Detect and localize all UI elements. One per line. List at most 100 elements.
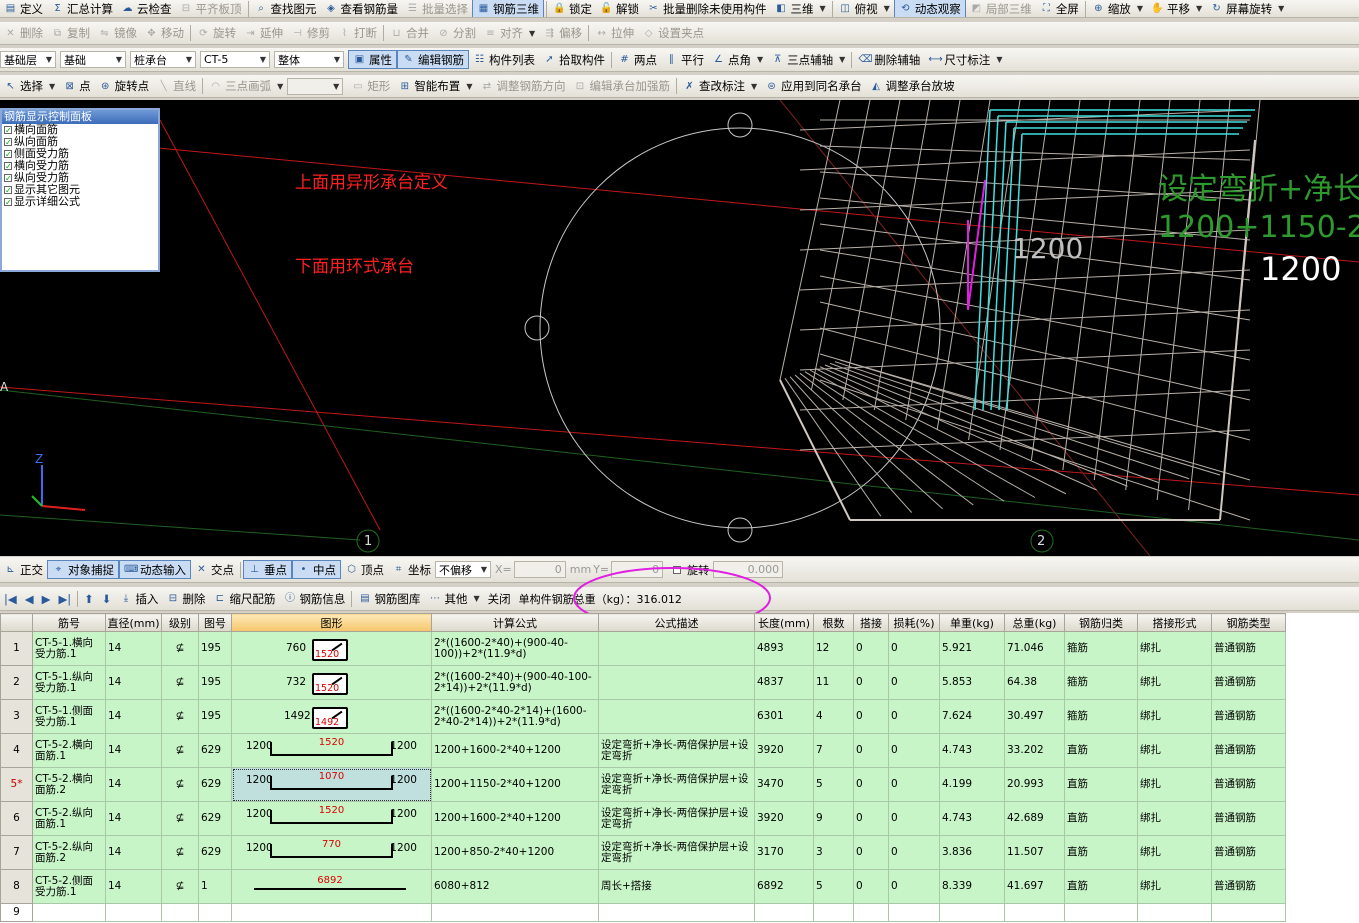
coord-button[interactable]: ⌗ 坐标	[388, 560, 435, 580]
lapform-cell[interactable]: 绑扎	[1137, 835, 1212, 870]
table-row[interactable]: 7 CT-5-2.纵向面筋.2 14 ⊈ 629 1200 770 1200 1200+850-…	[0, 835, 1286, 870]
fig-cell[interactable]: 195	[198, 699, 232, 734]
rebar-shape-cell[interactable]: 1492 1492	[231, 699, 432, 734]
unlock-button[interactable]: 🔓 解锁	[596, 0, 643, 17]
table-row-empty[interactable]: 9	[0, 903, 1286, 922]
rtype-cell[interactable]: 普通钢筋	[1211, 835, 1286, 870]
empty-cell[interactable]	[754, 903, 814, 922]
lap-cell[interactable]: 0	[853, 699, 889, 734]
count-cell[interactable]: 7	[813, 733, 854, 768]
desc-cell[interactable]: 设定弯折+净长-两倍保护层+设定弯折	[598, 835, 755, 870]
edit-stiffener-button[interactable]: ⊡ 编辑承台加强筋	[569, 76, 674, 96]
lap-cell[interactable]: 0	[853, 767, 889, 802]
name-cell[interactable]: CT-5-2.纵向面筋.2	[32, 835, 106, 870]
adjust-slope-button[interactable]: ◭ 调整承台放坡	[866, 76, 959, 96]
len-cell[interactable]: 3470	[754, 767, 814, 802]
other-button[interactable]: ⋯ 其他 ▼	[424, 589, 483, 609]
cls-cell[interactable]: 直筋	[1064, 767, 1138, 802]
column-header[interactable]: 计算公式	[431, 613, 599, 632]
checkbox[interactable]: ✓	[4, 126, 12, 135]
merge-button[interactable]: ⊔ 合并	[386, 23, 433, 43]
zoom-button[interactable]: ⊕ 缩放 ▼	[1088, 0, 1147, 17]
empty-cell[interactable]	[161, 903, 199, 922]
column-header[interactable]: 损耗(%)	[888, 613, 940, 632]
empty-cell[interactable]	[198, 903, 232, 922]
grade-cell[interactable]: ⊈	[161, 733, 199, 768]
grade-cell[interactable]: ⊈	[161, 767, 199, 802]
column-header[interactable]: 图号	[198, 613, 232, 632]
dimension-button[interactable]: ⟷ 尺寸标注 ▼	[924, 50, 1006, 70]
define-button[interactable]: ▤ 定义	[0, 0, 47, 17]
empty-cell[interactable]	[1064, 903, 1138, 922]
checkbox[interactable]: ✓	[4, 174, 12, 183]
uw-cell[interactable]: 4.743	[939, 733, 1005, 768]
point-angle-button[interactable]: ∠ 点角 ▼	[708, 50, 767, 70]
formula-cell[interactable]: 2*((1600-2*40)+(900-40-100-2*14))+2*(11.…	[431, 665, 599, 700]
rebar-3d-button[interactable]: ▦ 钢筋三维	[472, 0, 544, 17]
column-header[interactable]: 根数	[813, 613, 854, 632]
fig-cell[interactable]: 1	[198, 869, 232, 904]
-button[interactable]: 关闭	[484, 589, 515, 609]
column-header[interactable]: 搭接	[853, 613, 889, 632]
dia-cell[interactable]: 14	[105, 631, 162, 666]
sigma-button[interactable]: Σ 汇总计算	[47, 0, 117, 17]
point-button[interactable]: ⊠ 点	[59, 76, 95, 96]
row-number[interactable]: 8	[0, 869, 33, 904]
empty-cell[interactable]	[939, 903, 1005, 922]
select-button[interactable]: ↖ 选择 ▼	[0, 76, 59, 96]
insert-button[interactable]: ⤓ 插入	[115, 589, 162, 609]
tw-cell[interactable]: 30.497	[1004, 699, 1065, 734]
dia-cell[interactable]: 14	[105, 835, 162, 870]
count-cell[interactable]: 11	[813, 665, 854, 700]
empty-cell[interactable]	[888, 903, 940, 922]
lapform-cell[interactable]: 绑扎	[1137, 699, 1212, 734]
vertex-button[interactable]: ⬡ 顶点	[341, 560, 388, 580]
loss-cell[interactable]: 0	[888, 767, 940, 802]
rtype-cell[interactable]: 普通钢筋	[1211, 733, 1286, 768]
lap-cell[interactable]: 0	[853, 835, 889, 870]
row-number[interactable]: 1	[0, 631, 33, 666]
arc-button[interactable]: ◠ 三点画弧 ▼	[205, 76, 287, 96]
properties-button[interactable]: ▣ 属性	[348, 50, 397, 69]
dia-cell[interactable]: 14	[105, 665, 162, 700]
table-row[interactable]: 2 CT-5-1.纵向受力筋.1 14 ⊈ 195 732 1520 2*((1600-2*4…	[0, 665, 1286, 700]
desc-cell[interactable]	[598, 665, 755, 700]
empty-cell[interactable]	[598, 903, 755, 922]
fig-cell[interactable]: 629	[198, 801, 232, 836]
tw-cell[interactable]: 64.38	[1004, 665, 1065, 700]
row-number[interactable]: 2	[0, 665, 33, 700]
checkbox[interactable]: ✓	[4, 198, 12, 207]
lapform-cell[interactable]: 绑扎	[1137, 733, 1212, 768]
rotate-button[interactable]: ⟳ 旋转	[193, 23, 240, 43]
parallel-button[interactable]: ∥ 平行	[661, 50, 708, 70]
intersect-button[interactable]: ✕ 交点	[191, 560, 238, 580]
midpoint-button[interactable]: • 中点	[292, 560, 341, 579]
ortho-button[interactable]: ⊾ 正交	[0, 560, 47, 580]
rebar-shape-cell[interactable]: 6892	[231, 869, 432, 904]
rect-button[interactable]: ▭ 矩形	[347, 76, 394, 96]
desc-cell[interactable]: 周长+搭接	[598, 869, 755, 904]
checkbox[interactable]: ✓	[4, 162, 12, 171]
category-select[interactable]: 基础 ▼	[60, 51, 126, 68]
batch-select-button[interactable]: ☰ 批量选择	[402, 0, 472, 17]
count-cell[interactable]: 4	[813, 699, 854, 734]
rebar-shape-cell[interactable]: 1200 1520 1200	[231, 733, 432, 768]
batch-delete-button[interactable]: ✂ 批量删除未使用构件	[643, 0, 771, 17]
lap-cell[interactable]: 0	[853, 665, 889, 700]
fig-cell[interactable]: 629	[198, 767, 232, 802]
loss-cell[interactable]: 0	[888, 801, 940, 836]
split-button[interactable]: ⊘ 分割	[433, 23, 480, 43]
column-header[interactable]: 钢筋归类	[1064, 613, 1138, 632]
scale-rebar-button[interactable]: ⊏ 缩尺配筋	[209, 589, 279, 609]
column-header[interactable]: 直径(mm)	[105, 613, 162, 632]
align-button[interactable]: ≡ 对齐 ▼	[480, 23, 539, 43]
row-delete-button[interactable]: ⊟ 删除	[162, 589, 209, 609]
name-cell[interactable]: CT-5-2.横向面筋.2	[32, 767, 106, 802]
component-list-button[interactable]: ☷ 构件列表	[469, 50, 539, 70]
edit-label-button[interactable]: ✗ 查改标注 ▼	[679, 76, 761, 96]
floor-select[interactable]: 基础层 ▼	[0, 51, 56, 68]
dia-cell[interactable]: 14	[105, 869, 162, 904]
tw-cell[interactable]: 42.689	[1004, 801, 1065, 836]
local-3d-button[interactable]: ◩ 局部三维	[966, 0, 1036, 17]
formula-cell[interactable]: 6080+812	[431, 869, 599, 904]
